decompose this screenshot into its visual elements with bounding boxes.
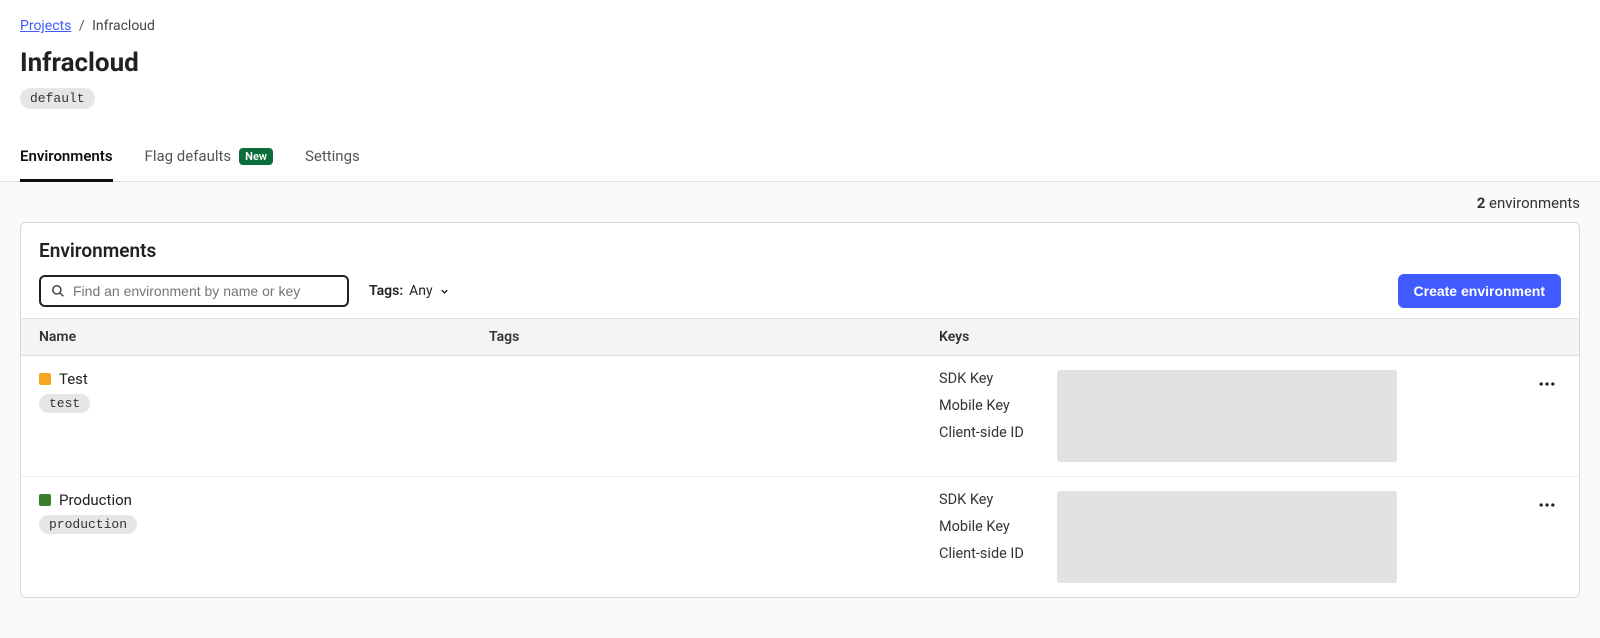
column-header-keys: Keys (939, 329, 1481, 345)
environments-count-number: 2 (1477, 194, 1486, 212)
tab-settings[interactable]: Settings (305, 135, 360, 182)
table-header: Name Tags Keys (21, 318, 1579, 356)
key-label-client: Client-side ID (939, 424, 1039, 441)
key-label-sdk: SDK Key (939, 491, 1039, 508)
tab-flag-defaults-label: Flag defaults (145, 147, 232, 165)
environment-name: Test (59, 370, 88, 388)
environments-count-label: environments (1489, 194, 1580, 212)
column-header-tags: Tags (489, 329, 939, 345)
tab-environments-label: Environments (20, 147, 113, 165)
tab-flag-defaults[interactable]: Flag defaults New (145, 135, 273, 182)
more-horizontal-icon (1537, 374, 1557, 394)
create-environment-button[interactable]: Create environment (1398, 274, 1561, 308)
row-more-actions-button[interactable] (1533, 491, 1561, 522)
environment-key-badge: test (39, 394, 90, 413)
tab-settings-label: Settings (305, 147, 360, 165)
environments-count: 2 environments (20, 194, 1580, 212)
row-more-actions-button[interactable] (1533, 370, 1561, 401)
breadcrumb-projects-link[interactable]: Projects (20, 18, 71, 34)
chevron-down-icon (439, 286, 450, 297)
more-horizontal-icon (1537, 495, 1557, 515)
key-label-client: Client-side ID (939, 545, 1039, 562)
tags-filter[interactable]: Tags: Any (369, 283, 450, 299)
keys-redacted-block (1057, 491, 1397, 583)
key-label-mobile: Mobile Key (939, 397, 1039, 414)
search-field-wrapper[interactable] (39, 275, 349, 307)
keys-redacted-block (1057, 370, 1397, 462)
breadcrumb-separator: / (79, 18, 85, 34)
environment-color-swatch (39, 494, 51, 506)
environment-color-swatch (39, 373, 51, 385)
key-label-mobile: Mobile Key (939, 518, 1039, 535)
tags-filter-label: Tags: (369, 283, 403, 299)
environments-panel: Environments Tags: Any Create environmen… (20, 222, 1580, 598)
environment-key-badge: production (39, 515, 137, 534)
page-title: Infracloud (20, 48, 1580, 78)
table-row: Production production SDK Key Mobile Key… (21, 477, 1579, 597)
search-icon (51, 284, 65, 298)
breadcrumb-current: Infracloud (92, 18, 155, 34)
environment-name: Production (59, 491, 132, 509)
breadcrumb: Projects / Infracloud (20, 18, 1580, 34)
column-header-name: Name (39, 329, 489, 345)
tab-environments[interactable]: Environments (20, 135, 113, 182)
panel-title: Environments (39, 239, 1561, 262)
table-row: Test test SDK Key Mobile Key Client-side… (21, 356, 1579, 477)
tab-bar: Environments Flag defaults New Settings (0, 135, 1600, 182)
key-label-sdk: SDK Key (939, 370, 1039, 387)
tags-filter-value: Any (409, 283, 433, 299)
new-badge: New (239, 148, 273, 165)
search-input[interactable] (73, 283, 337, 299)
project-key-badge: default (20, 88, 95, 109)
